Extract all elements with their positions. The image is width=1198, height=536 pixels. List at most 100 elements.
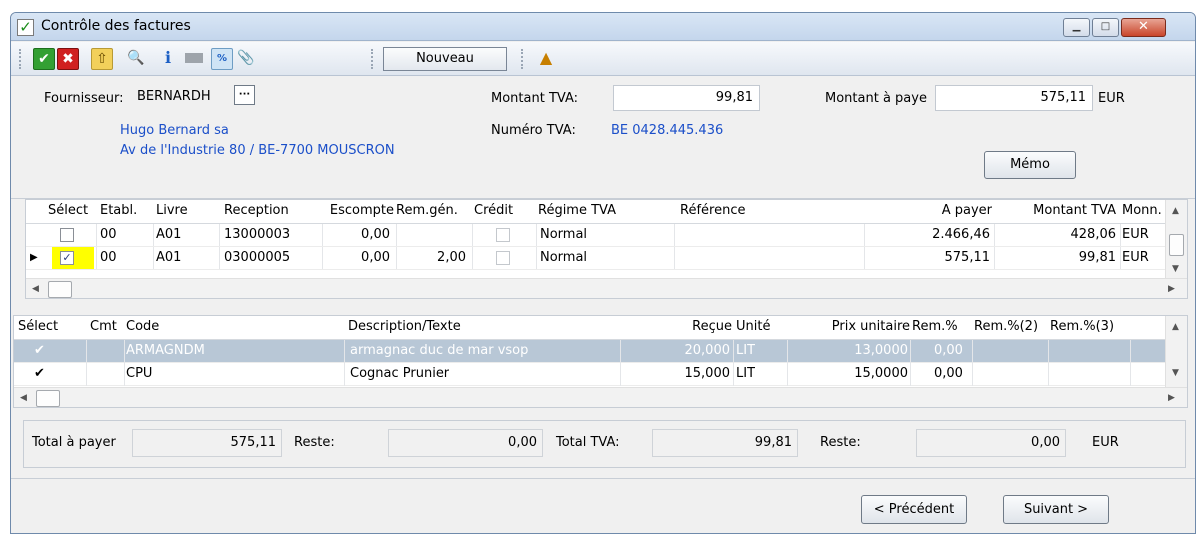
row-select-checkbox[interactable] — [60, 228, 74, 242]
col-header-rem3[interactable]: Rem.%(3) — [1050, 316, 1130, 338]
cell-monnaie: EUR — [1122, 250, 1149, 265]
col-header-etabl[interactable]: Etabl. — [100, 200, 156, 222]
cell-etabl: 00 — [100, 250, 117, 265]
validate-icon[interactable]: ✔ — [33, 48, 55, 70]
supplier-name: Hugo Bernard sa — [120, 123, 229, 138]
close-button[interactable]: ✕ — [1121, 18, 1166, 37]
invoices-grid: Sélect Etabl. Livre Reception Escompte R… — [25, 199, 1188, 299]
cell-regime: Normal — [540, 250, 588, 265]
toolbar-grip[interactable] — [371, 49, 374, 69]
vat-number-label: Numéro TVA: — [491, 123, 576, 138]
supplier-code-field[interactable]: BERNARDH — [133, 85, 231, 111]
scroll-up-icon[interactable]: ▲ — [1172, 206, 1179, 216]
table-row[interactable]: ✔ ARMAGNDM armagnac duc de mar vsop 20,0… — [14, 340, 1166, 363]
total-vat-field: 99,81 — [652, 429, 798, 457]
row-select-checkbox[interactable]: ✓ — [60, 251, 74, 265]
col-header-credit[interactable]: Crédit — [474, 200, 536, 222]
invoices-grid-header: Sélect Etabl. Livre Reception Escompte R… — [26, 200, 1187, 224]
cell-escompte: 0,00 — [361, 227, 390, 242]
amount-to-pay-field[interactable]: 575,11 — [935, 85, 1093, 111]
minimize-button[interactable]: ▁ — [1063, 18, 1090, 37]
info-icon[interactable]: ℹ — [157, 48, 179, 70]
cell-monnaie: EUR — [1122, 227, 1149, 242]
col-header-regime[interactable]: Régime TVA — [538, 200, 678, 222]
col-header-escompte[interactable]: Escompte — [322, 200, 394, 222]
col-header-livre[interactable]: Livre — [156, 200, 218, 222]
col-header-code[interactable]: Code — [126, 316, 326, 338]
scroll-right-icon[interactable]: ▶ — [1168, 284, 1175, 294]
folder-icon[interactable]: ▲ — [535, 48, 557, 70]
cell-unite: LIT — [736, 366, 756, 381]
col-header-reception[interactable]: Reception — [224, 200, 322, 222]
col-header-remgen[interactable]: Rem.gén. — [396, 200, 468, 222]
lines-hscroll[interactable]: ◀ ▶ — [14, 387, 1187, 407]
scroll-down-icon[interactable]: ▼ — [1172, 368, 1179, 378]
col-header-monnaie[interactable]: Monn. — [1122, 200, 1166, 222]
cell-description: armagnac duc de mar vsop — [350, 343, 529, 358]
col-header-select[interactable]: Sélect — [48, 200, 100, 222]
credit-checkbox[interactable] — [496, 228, 510, 242]
cell-reception: 03000005 — [224, 250, 291, 265]
scroll-thumb[interactable] — [36, 390, 60, 407]
invoices-hscroll[interactable]: ◀ ▶ — [26, 278, 1187, 298]
invoices-vscroll[interactable]: ▲ ▼ — [1165, 200, 1187, 278]
scroll-down-icon[interactable]: ▼ — [1172, 264, 1179, 274]
credit-checkbox[interactable] — [496, 251, 510, 265]
cell-etabl: 00 — [100, 227, 117, 242]
disabled-rect-icon[interactable] — [183, 48, 205, 70]
memo-button[interactable]: Mémo — [984, 151, 1076, 179]
table-row[interactable]: ✔ CPU Cognac Prunier 15,000 LIT 15,0000 … — [14, 363, 1166, 386]
row-check-icon[interactable]: ✔ — [34, 340, 45, 362]
cell-apayer: 2.466,46 — [932, 227, 990, 242]
vat-amount-field[interactable]: 99,81 — [613, 85, 760, 111]
totals-panel: Total à payer 575,11 Reste: 0,00 Total T… — [23, 420, 1186, 468]
lines-vscroll[interactable]: ▲ ▼ — [1165, 316, 1187, 387]
table-row[interactable]: ▶ ✓ 00 A01 03000005 0,00 2,00 Normal 575… — [26, 247, 1166, 270]
cell-prix: 13,0000 — [854, 343, 908, 358]
new-button[interactable]: Nouveau — [383, 47, 507, 71]
attachment-icon[interactable]: 📎 — [235, 48, 257, 70]
footer: < Précédent Suivant > — [11, 478, 1195, 533]
col-header-prix[interactable]: Prix unitaire — [790, 316, 910, 338]
cell-escompte: 0,00 — [361, 250, 390, 265]
scroll-thumb[interactable] — [48, 281, 72, 298]
toolbar-grip[interactable] — [521, 49, 524, 69]
cell-recue: 20,000 — [684, 343, 731, 358]
col-header-cmt[interactable]: Cmt — [90, 316, 126, 338]
scroll-right-icon[interactable]: ▶ — [1168, 393, 1175, 403]
lines-grid-header: Sélect Cmt Code Description/Texte Reçue … — [14, 316, 1187, 340]
col-header-rem1[interactable]: Rem.% — [912, 316, 974, 338]
cell-remgen: 2,00 — [437, 250, 466, 265]
toolbar-grip[interactable] — [19, 49, 22, 69]
row-check-icon[interactable]: ✔ — [34, 363, 45, 385]
export-icon[interactable]: ⇧ — [91, 48, 113, 70]
cell-prix: 15,0000 — [854, 366, 908, 381]
cell-livre: A01 — [156, 227, 182, 242]
table-row[interactable]: 00 A01 13000003 0,00 Normal 2.466,46 428… — [26, 224, 1166, 247]
col-header-select[interactable]: Sélect — [18, 316, 66, 338]
reste-field: 0,00 — [388, 429, 543, 457]
maximize-button[interactable]: □ — [1092, 18, 1119, 37]
col-header-unite[interactable]: Unité — [736, 316, 788, 338]
cancel-icon[interactable]: ✖ — [57, 48, 79, 70]
scroll-up-icon[interactable]: ▲ — [1172, 322, 1179, 332]
scroll-left-icon[interactable]: ◀ — [20, 393, 27, 403]
previous-button[interactable]: < Précédent — [861, 495, 967, 524]
invoice-control-window: ✓ Contrôle des factures ▁ □ ✕ ✔ ✖ ⇧ 🔍 ℹ … — [10, 12, 1196, 534]
supplier-lookup-button[interactable]: ··· — [234, 85, 255, 105]
cell-unite: LIT — [736, 343, 756, 358]
next-button[interactable]: Suivant > — [1003, 495, 1109, 524]
search-icon[interactable]: 🔍 — [125, 48, 147, 70]
col-header-reference[interactable]: Référence — [680, 200, 860, 222]
col-header-recue[interactable]: Reçue — [624, 316, 732, 338]
col-header-rem2[interactable]: Rem.%(2) — [974, 316, 1050, 338]
cell-apayer: 575,11 — [944, 250, 991, 265]
percent-icon[interactable]: % — [211, 48, 233, 70]
scroll-thumb[interactable] — [1169, 234, 1184, 256]
supplier-panel: Fournisseur: BERNARDH ··· Hugo Bernard s… — [11, 77, 1195, 199]
col-header-apayer[interactable]: A payer — [866, 200, 992, 222]
col-header-description[interactable]: Description/Texte — [348, 316, 618, 338]
cell-code: CPU — [126, 366, 153, 381]
col-header-montant-tva[interactable]: Montant TVA — [996, 200, 1116, 222]
scroll-left-icon[interactable]: ◀ — [32, 284, 39, 294]
